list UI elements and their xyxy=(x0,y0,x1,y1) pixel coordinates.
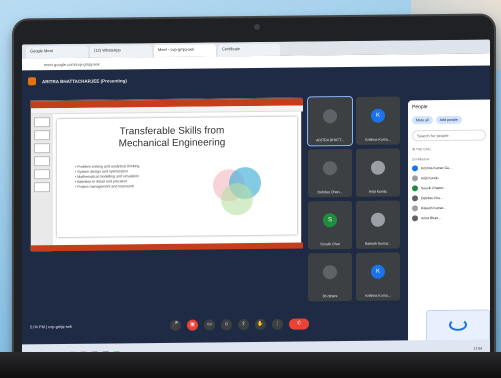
slide-thumbnails xyxy=(31,114,53,252)
taskbar-clock: 17:04 xyxy=(473,346,483,351)
ppt-statusbar xyxy=(31,242,303,252)
venn-diagram xyxy=(213,167,261,216)
avatar xyxy=(371,212,385,227)
app-logo-icon xyxy=(449,318,467,331)
slide-thumb xyxy=(34,156,50,167)
avatar xyxy=(412,185,418,192)
avatar: K xyxy=(371,108,385,123)
people-row[interactable]: Debdas Cha... xyxy=(412,195,486,202)
people-row[interactable]: Arijit Kundu xyxy=(412,175,486,182)
more-options-button[interactable]: ⋮ xyxy=(272,318,283,330)
participant-tile[interactable]: K Krishna Kuma... xyxy=(356,96,400,145)
avatar: S xyxy=(323,213,337,228)
mic-button[interactable]: 🎤 xyxy=(170,319,181,331)
person-name: Debdas Cha... xyxy=(421,196,443,201)
participant-tile[interactable]: Debdas Chan... xyxy=(308,148,352,198)
laptop-base xyxy=(0,352,501,378)
people-row[interactable]: Krishna Kumar Ga... xyxy=(412,165,486,172)
mute-all-button[interactable]: Mute all xyxy=(412,116,433,125)
control-buttons: 🎤 ▣ ▭ ☺ ⇪ ✋ ⋮ ✆ xyxy=(170,317,309,331)
person-name: Rakesh Kumar... xyxy=(421,205,447,211)
slide-thumb xyxy=(34,182,50,193)
raise-hand-button[interactable]: ✋ xyxy=(255,318,266,330)
laptop-screen: Google Meet (12) WhatsApp Meet - cvp-gmj… xyxy=(22,39,490,367)
participant-tile[interactable]: S Souvik Chat xyxy=(308,200,352,250)
participant-name: Souvik Chat xyxy=(320,242,340,247)
person-name: Aritra Bhatt... xyxy=(421,216,441,221)
avatar xyxy=(371,160,385,175)
presenter-label: ARITRA BHATTACHARJEE (Presenting) xyxy=(42,77,127,84)
recording-icon xyxy=(28,77,36,86)
webcam xyxy=(254,23,260,30)
slide-thumb xyxy=(34,169,50,180)
end-call-button[interactable]: ✆ xyxy=(289,317,309,330)
avatar: K xyxy=(371,264,385,279)
contributors-label[interactable]: Contributors xyxy=(412,157,486,161)
present-button[interactable]: ⇪ xyxy=(238,318,249,330)
avatar xyxy=(323,109,337,124)
captions-button[interactable]: ▭ xyxy=(204,318,215,331)
participant-name: Arijit Kundu xyxy=(368,189,388,194)
participant-tile[interactable]: K Krishna Kuma... xyxy=(356,252,400,301)
section-label: IN THE CALL xyxy=(412,147,432,152)
avatar xyxy=(412,165,418,172)
participant-tile[interactable]: Rakesh Kumar... xyxy=(356,200,400,249)
add-people-button[interactable]: Add people xyxy=(435,115,462,125)
person-name: Souvik Chatter... xyxy=(421,185,446,191)
participant-name: Rakesh Kumar... xyxy=(364,241,392,246)
slide-thumb xyxy=(34,143,50,154)
participant-grid: ARITRA BHATT... K Krishna Kuma... Debdas… xyxy=(307,95,402,305)
browser-tab[interactable]: Certificate xyxy=(218,43,280,57)
slide-bullets: • Problem-solving and analytical thinkin… xyxy=(75,164,139,190)
participant-name: Krishna Kuma... xyxy=(365,293,391,298)
shared-presentation: Transferable Skills from Mechanical Engi… xyxy=(30,97,303,252)
address-text: meet.google.com/cvp-gmjq-sek xyxy=(44,61,100,67)
people-title: People xyxy=(412,104,428,111)
slide-canvas: Transferable Skills from Mechanical Engi… xyxy=(57,116,297,238)
camera-off-button[interactable]: ▣ xyxy=(187,319,198,331)
meet-control-bar: 5:04 PM | cvp-gmjq-sek 🎤 ▣ ▭ ☺ ⇪ ✋ ⋮ ✆ xyxy=(22,308,408,340)
avatar xyxy=(412,175,418,182)
meet-header: ARITRA BHATTACHARJEE (Presenting) xyxy=(22,66,402,92)
slide-thumb xyxy=(34,130,50,141)
participant-name: Debdas Chan... xyxy=(317,190,343,195)
people-row[interactable]: Aritra Bhatt... xyxy=(412,215,486,222)
avatar xyxy=(323,161,337,176)
participant-tile[interactable]: Arijit Kundu xyxy=(356,148,400,197)
browser-tab[interactable]: (12) WhatsApp xyxy=(90,45,152,58)
bullet: • Project management and teamwork xyxy=(75,184,134,189)
browser-tab[interactable]: Google Meet xyxy=(26,45,88,59)
person-name: Arijit Kundu xyxy=(421,176,439,181)
meeting-time: 5:04 PM | cvp-gmjq-sek xyxy=(30,323,72,329)
person-name: Krishna Kumar Ga... xyxy=(421,165,452,171)
avatar xyxy=(323,265,337,280)
avatar xyxy=(412,195,418,202)
participant-tile[interactable]: ARITRA BHATT... xyxy=(307,95,353,147)
reaction-button[interactable]: ☺ xyxy=(221,318,232,330)
people-row[interactable]: Rakesh Kumar... xyxy=(412,205,486,212)
browser-tab-active[interactable]: Meet - cvp-gmjq-sek xyxy=(154,44,216,58)
laptop: Google Meet (12) WhatsApp Meet - cvp-gmj… xyxy=(14,15,494,371)
slide-title: Transferable Skills from Mechanical Engi… xyxy=(118,125,226,150)
participant-name: 36 others xyxy=(322,294,338,299)
participant-name: Krishna Kuma... xyxy=(365,137,391,142)
people-actions: Mute all Add people xyxy=(412,115,486,125)
participant-tile[interactable]: 36 others xyxy=(308,252,352,302)
avatar xyxy=(412,215,418,222)
people-row[interactable]: Souvik Chatter... xyxy=(412,185,486,192)
avatar xyxy=(412,205,418,212)
participant-name: ARITRA BHATT... xyxy=(315,138,345,143)
people-search-input[interactable]: Search for people xyxy=(412,129,486,142)
slide-thumb xyxy=(34,117,50,128)
